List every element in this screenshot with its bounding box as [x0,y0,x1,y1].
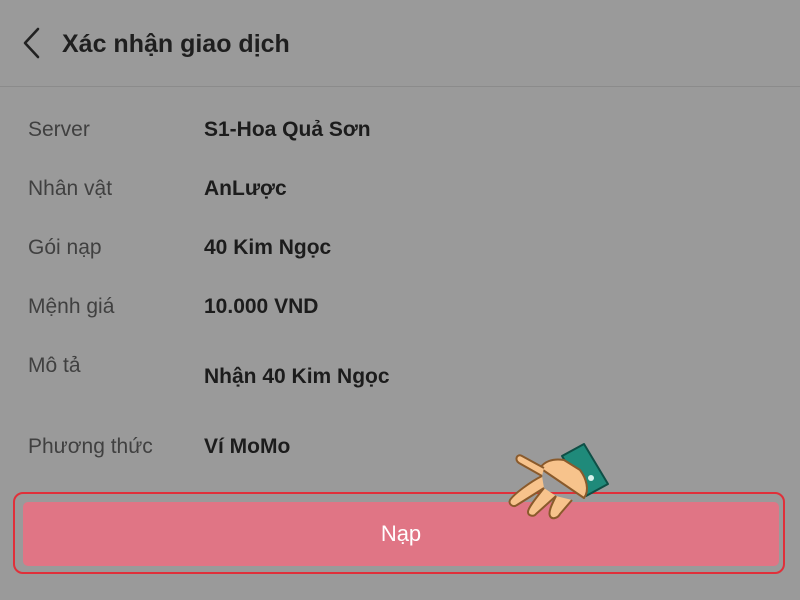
chevron-left-icon[interactable] [16,26,48,60]
payment-method-label: Phương thức [28,435,153,458]
server-label: Server [28,118,90,141]
topup-button[interactable]: Nạp [23,502,779,566]
character-value: AnLược [204,177,287,200]
server-value: S1-Hoa Quả Sơn [204,118,371,141]
package-value: 40 Kim Ngọc [204,236,332,259]
package-label: Gói nạp [28,236,102,259]
page-title: Xác nhận giao dịch [62,30,290,58]
header-bar: Xác nhận giao dịch [0,0,800,87]
description-value: Nhận 40 Kim Ngọc [204,365,390,388]
price-value: 10.000 VND [204,295,319,318]
price-label: Mệnh giá [28,295,115,318]
character-label: Nhân vật [28,177,113,200]
payment-method-value: Ví MoMo [204,435,291,458]
pointing-hand-icon [508,443,609,520]
description-label: Mô tả [28,354,81,377]
